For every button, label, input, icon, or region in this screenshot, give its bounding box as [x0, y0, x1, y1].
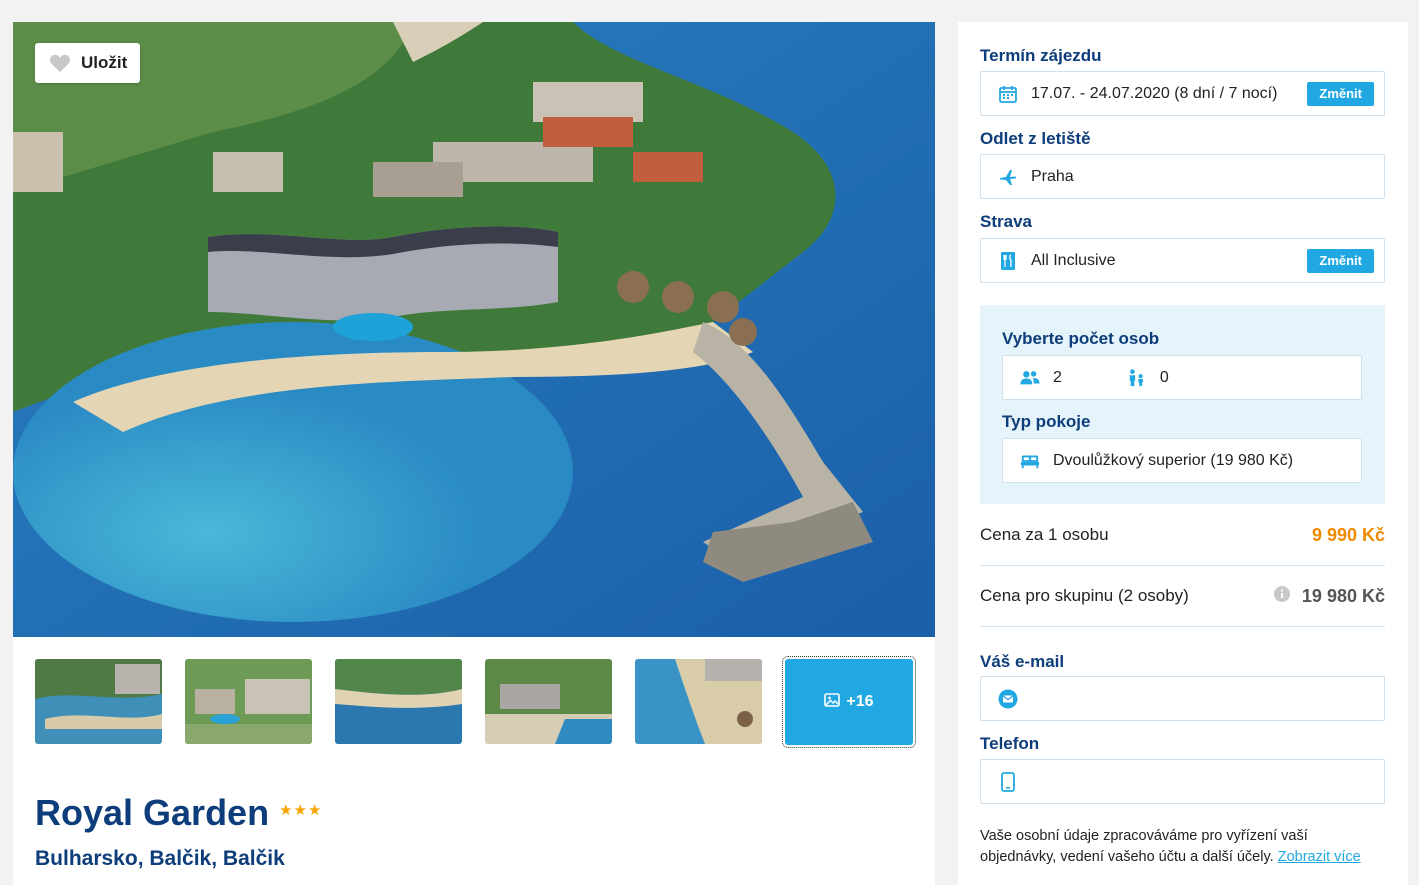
phone-icon: [998, 771, 1018, 792]
children-count: 0: [1159, 368, 1169, 386]
hotel-name: Royal Garden: [35, 792, 270, 833]
price-per-person-row: Cena za 1 osobu 9 990 Kč: [980, 525, 1385, 545]
price-group-value: 19 980 Kč: [1301, 586, 1385, 606]
room-selector[interactable]: Dvoulůžkový superior (19 980 Kč): [1002, 438, 1362, 483]
hero-photo[interactable]: Uložit: [13, 22, 935, 637]
plane-icon: [998, 167, 1018, 187]
privacy-link[interactable]: Zobrazit více: [1278, 849, 1361, 865]
persons-label: Vyberte počet osob: [1002, 329, 1160, 348]
adults-count: 2: [1053, 368, 1062, 386]
airport-label: Odlet z letiště: [980, 129, 1091, 148]
heart-icon: [49, 53, 71, 73]
privacy-text: Vaše osobní údaje zpracováváme pro vyříz…: [980, 828, 1308, 865]
divider: [980, 565, 1385, 566]
privacy-note: Vaše osobní údaje zpracováváme pro vyříz…: [980, 826, 1385, 868]
persons-room-box: Vyberte počet osob 2 0 Typ pokoje Dvoulů…: [980, 305, 1385, 504]
price-group-row: Cena pro skupinu (2 osoby) 19 980 Kč: [980, 586, 1385, 606]
save-label: Uložit: [81, 53, 128, 72]
more-photos-button[interactable]: +16: [782, 656, 916, 748]
email-label: Váš e-mail: [980, 652, 1065, 671]
board-field[interactable]: All Inclusive Změnit: [980, 238, 1385, 283]
price-per-person-value: 9 990 Kč: [1311, 525, 1385, 545]
hotel-location: Bulharsko, Balčik, Balčik: [35, 847, 285, 870]
persons-selector[interactable]: 2 0: [1002, 355, 1362, 400]
booking-panel: Termín zájezdu 17.07. - 24.07.2020 (8 dn…: [958, 22, 1408, 885]
gallery-thumbnail[interactable]: [35, 659, 162, 744]
term-field[interactable]: 17.07. - 24.07.2020 (8 dní / 7 nocí) Změ…: [980, 71, 1385, 116]
image-icon: [824, 692, 841, 713]
info-icon[interactable]: [1273, 586, 1290, 607]
menu-cutlery-icon: [998, 251, 1018, 271]
children-icon: [1127, 368, 1147, 388]
gallery-thumbnail[interactable]: [635, 659, 762, 744]
bed-icon: [1020, 451, 1040, 471]
save-button[interactable]: Uložit: [35, 43, 140, 83]
divider: [980, 626, 1385, 627]
hotel-title: Royal Garden ★★★: [35, 792, 322, 834]
change-term-button[interactable]: Změnit: [1307, 82, 1374, 106]
email-field[interactable]: [980, 676, 1385, 721]
price-group-label: Cena pro skupinu (2 osoby): [980, 586, 1189, 605]
more-photos-count: +16: [846, 693, 874, 710]
airport-value: Praha: [1031, 167, 1074, 185]
phone-field[interactable]: [980, 759, 1385, 804]
phone-label: Telefon: [980, 734, 1040, 753]
board-value: All Inclusive: [1031, 251, 1116, 269]
envelope-icon: [998, 689, 1018, 709]
change-board-button[interactable]: Změnit: [1307, 249, 1374, 273]
gallery-thumbnail[interactable]: [185, 659, 312, 744]
board-label: Strava: [980, 212, 1032, 231]
star-rating: ★★★: [279, 802, 323, 819]
room-value: Dvoulůžkový superior (19 980 Kč): [1053, 451, 1294, 469]
gallery-thumbnail[interactable]: [335, 659, 462, 744]
term-value: 17.07. - 24.07.2020 (8 dní / 7 nocí): [1031, 84, 1278, 102]
calendar-icon: [998, 84, 1018, 104]
thumbnail-strip: +16: [35, 656, 916, 748]
adults-icon: [1020, 368, 1040, 388]
price-per-person-label: Cena za 1 osobu: [980, 525, 1109, 544]
room-label: Typ pokoje: [1002, 412, 1091, 431]
hotel-gallery-column: Uložit +16 Royal Garden ★★★ Bulharsko, B…: [13, 22, 935, 885]
price-group-value-wrap: 19 980 Kč: [1273, 586, 1385, 607]
term-label: Termín zájezdu: [980, 46, 1102, 65]
airport-field[interactable]: Praha: [980, 154, 1385, 199]
gallery-thumbnail[interactable]: [485, 659, 612, 744]
